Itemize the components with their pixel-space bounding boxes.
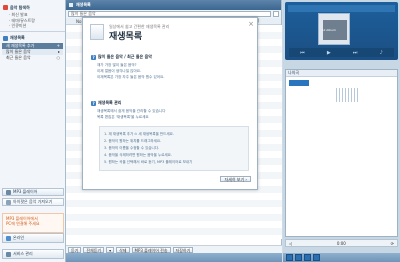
section-text: 목록 편집은 '재생목록'을 누르세요 <box>97 115 149 119</box>
section-title: 많이 들은 음악 / 최근 들은 음악 <box>98 54 152 59</box>
service-label: 서비스 관리 <box>13 251 33 256</box>
window-titlebar: 재생목록 <box>66 0 281 10</box>
section-text: 재가 가장 많이 들은 음악? <box>97 63 137 67</box>
menu-playlist[interactable]: 재생목록 <box>0 34 65 43</box>
mp3-icon <box>6 189 11 195</box>
globe-icon <box>6 235 11 241</box>
section-text: 재생목록에서 쉽게 음악을 관리할 수 있습니다 <box>97 109 166 113</box>
section-manage: ? 재생목록 관리 <box>91 100 121 106</box>
online-label: 온라인 <box>13 235 25 240</box>
promo-text: MP3 플레이어에서 PC에 연결해 주세요 <box>6 216 40 226</box>
seek-icon[interactable]: ◁ <box>289 241 292 246</box>
divider <box>0 30 65 32</box>
status-strip <box>66 253 282 262</box>
section-title: 재생목록 관리 <box>98 100 122 105</box>
play-button[interactable]: 듣기 <box>68 246 82 253</box>
menu-explore-label: 음악 탐색하 <box>10 4 30 10</box>
playlist-intro-dialog: × 일상에서 쉽고 간편한 재생목록 관리 재생목록 ? 많이 들은 음악 / … <box>82 17 258 190</box>
step-text: 2. 음악이 원하는 위치를 드래그하세요. <box>104 139 162 143</box>
repeat-mode-icon[interactable] <box>295 254 302 261</box>
mini-player: Lil Album ⏮ ▶ ⏭ ♪ <box>285 2 398 60</box>
import-label: 아이팟은 음악 가져오기 <box>13 199 53 204</box>
mp3-label: MP3 플레이어 <box>13 189 38 194</box>
prev-icon[interactable]: ⏮ <box>300 50 305 56</box>
settings-icon <box>6 251 11 257</box>
section-text: 이제 얼음이 생각나질 않아요. <box>97 69 142 73</box>
repeat-icon[interactable]: ⟳ <box>391 241 394 246</box>
album-caption: Lil Album <box>322 28 336 32</box>
progress-bar[interactable]: ◁ 0:00 ⟳ <box>285 239 398 247</box>
steps-box: 1. 재 재생목록 추가 ⊙ 새 재생목록을 만드세요. 2. 음악이 원하는 … <box>99 126 249 171</box>
player-panel: Lil Album ⏮ ▶ ⏭ ♪ 나의곡 ◁ 0:00 ⟳ <box>283 0 400 262</box>
playlist-icon <box>3 35 8 41</box>
service-button[interactable]: 서비스 관리 <box>2 249 64 259</box>
step-text: 3. 음악의 이름을 수정할 수 있습니다. <box>104 146 160 150</box>
equalizer-graphic <box>336 88 358 102</box>
menu-explore[interactable]: 음악 탐색하 <box>0 3 65 12</box>
online-button[interactable]: 온라인 <box>2 233 64 243</box>
lyrics-header: 나의곡 <box>286 70 397 77</box>
mp3-player-button[interactable]: MP3 플레이어 <box>2 188 64 196</box>
circle-icon: ○ <box>56 54 61 60</box>
save-button[interactable]: 저장하기 <box>172 246 194 253</box>
eq-icon[interactable] <box>304 254 311 261</box>
close-icon[interactable]: × <box>248 20 254 28</box>
section-text: 이재목록은 가장 자주 들은 음악 원수 있어요. <box>97 75 165 79</box>
delete-button[interactable]: 삭제 <box>116 246 130 253</box>
shuffle-icon[interactable] <box>286 254 293 261</box>
window-title: 재생목록 <box>76 2 91 7</box>
info-icon: ? <box>91 54 96 60</box>
play-icon[interactable]: ▶ <box>327 50 331 56</box>
list-icon[interactable] <box>313 254 320 261</box>
main-panel: 재생목록 많이 들은 음악 No 제목 아티스트 앨범 길이 × 일상에서 쉽고… <box>66 0 282 262</box>
lyrics-panel: 나의곡 <box>285 69 398 237</box>
search-icon[interactable] <box>273 11 279 17</box>
import-button[interactable]: 아이팟은 음악 가져오기 <box>2 198 64 206</box>
section-most-played: ? 많이 들은 음악 / 최근 들은 음악 <box>91 54 152 60</box>
sidebar-item-recent[interactable]: 최근 들은 음악 ○ <box>2 55 63 61</box>
menu-playlist-label: 재생목록 <box>10 35 25 40</box>
player-controls: ⏮ ▶ ⏭ ♪ <box>289 48 394 57</box>
dialog-title: 재생목록 <box>109 32 143 42</box>
sidebar-item-label: 최근 들은 음악 <box>6 54 31 60</box>
step-text: 1. 재 재생목록 추가 ⊙ 새 재생목록을 만드세요. <box>104 132 174 136</box>
music-note-icon <box>3 5 8 10</box>
dropdown-button[interactable]: ▾ <box>106 246 115 253</box>
lyrics-tab[interactable] <box>289 80 309 86</box>
action-bar: 듣기 전체듣기 ▾ 삭제 MP3 플레이어 전송 저장하기 <box>66 245 282 253</box>
sidebar: 음악 탐색하 · 최신 발표 · 테마/뮤스트랑 · 인큐미션 재생목록 새 재… <box>0 0 66 262</box>
document-icon <box>90 24 104 40</box>
promo-box: MP3 플레이어에서 PC에 연결해 주세요 <box>2 213 64 233</box>
volume-icon[interactable]: ♪ <box>380 50 383 56</box>
play-all-button[interactable]: 전체듣기 <box>83 246 105 253</box>
player-header <box>288 5 395 12</box>
step-text: 5. 원하는 곡을 선택해서 바로 듣기, MP3 플레이어로 보내기 <box>104 160 193 164</box>
info-icon: ? <box>91 100 96 106</box>
import-icon <box>6 199 11 205</box>
send-mp3-button[interactable]: MP3 플레이어 전송 <box>131 246 171 253</box>
window-icon <box>69 3 73 7</box>
step-text: 4. 음악을 삭제하려면 원하는 음악을 누르세요. <box>104 153 172 157</box>
sidebar-sub-item[interactable]: · 인큐미션 <box>0 23 65 29</box>
player-footer <box>283 253 400 262</box>
more-button[interactable]: 자세히 보기 › <box>220 176 251 182</box>
time-display: 0:00 <box>336 240 346 246</box>
next-icon[interactable]: ⏭ <box>353 50 358 56</box>
